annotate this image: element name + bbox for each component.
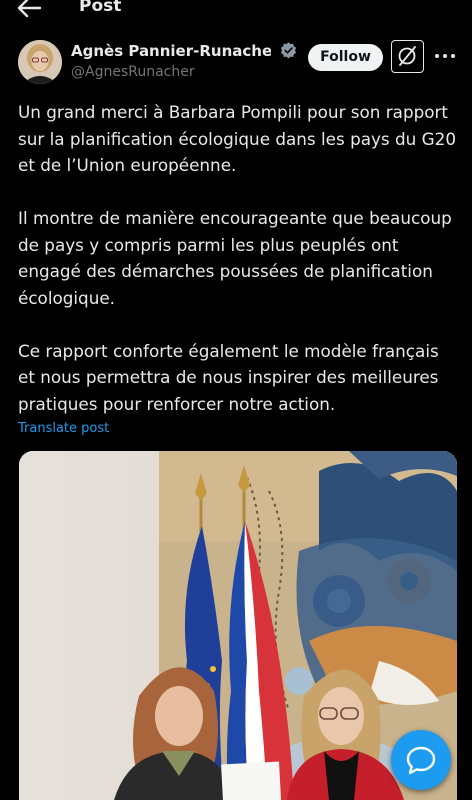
tweet-text: Un grand merci à Barbara Pompili pour so… — [18, 99, 464, 417]
tweet-line: Il montre de manière encourageante que b… — [18, 208, 452, 228]
tweet-line: Ce rapport conforte également le modèle … — [18, 340, 439, 361]
tweet-paragraph: Ce rapport conforte également le modèle … — [18, 338, 464, 418]
tweet-line: sur la planification écologique dans les… — [18, 128, 456, 149]
verified-badge-icon — [280, 42, 297, 59]
tweet-line: pratiques pour renforcer notre action. — [18, 393, 336, 414]
author-handle[interactable]: @AgnesRunacher — [71, 64, 195, 80]
top-bar: Post — [0, 0, 472, 22]
tweet-paragraph: Un grand merci à Barbara Pompili pour so… — [18, 99, 464, 179]
tweet-line: engagé des démarches poussées de planifi… — [18, 261, 433, 281]
tweet-line: écologique. — [18, 287, 116, 308]
tweet-line: de pays y compris parmi les plus peuplés… — [18, 234, 399, 255]
tweet-paragraph: Il montre de manière encourageante que b… — [18, 205, 464, 311]
page-title: Post — [79, 0, 122, 16]
avatar[interactable] — [18, 40, 62, 84]
author-name[interactable]: Agnès Pannier-Runache... — [71, 42, 271, 60]
arrow-left-icon[interactable] — [14, 0, 44, 20]
more-dots-icon[interactable] — [433, 48, 457, 64]
grok-button[interactable] — [391, 40, 424, 73]
tweet-line: Un grand merci à Barbara Pompili pour so… — [18, 102, 449, 122]
follow-button[interactable]: Follow — [308, 44, 383, 71]
tweet-line: et nous permettra de nous inspirer des m… — [18, 367, 439, 387]
translate-post-link[interactable]: Translate post — [18, 421, 109, 436]
avatar-portrait-icon — [18, 40, 62, 84]
reply-fab-button[interactable] — [391, 730, 451, 790]
compose-reply-icon — [406, 746, 436, 775]
grok-icon — [398, 46, 416, 66]
tweet-line: et de l’Union européenne. — [18, 155, 237, 175]
